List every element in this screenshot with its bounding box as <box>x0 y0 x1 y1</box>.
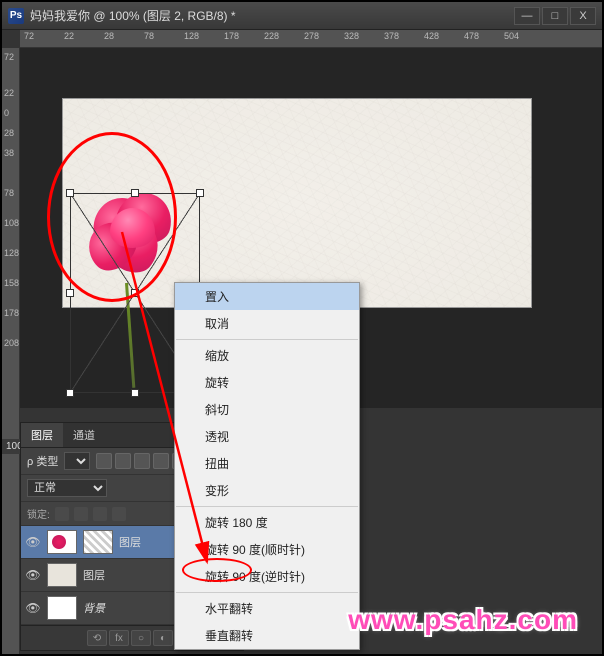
layer-kind-select[interactable] <box>64 452 90 470</box>
layer-thumbnail[interactable] <box>47 596 77 620</box>
menu-item-rotate-90-ccw[interactable]: 旋转 90 度(逆时针) <box>175 563 359 590</box>
menu-item-skew[interactable]: 斜切 <box>175 396 359 423</box>
menu-item-warp[interactable]: 变形 <box>175 477 359 504</box>
lock-position-icon[interactable] <box>93 507 107 521</box>
visibility-icon[interactable]: 👁 <box>25 600 41 616</box>
filter-type-icon[interactable] <box>134 453 150 469</box>
menu-item-scale[interactable]: 缩放 <box>175 342 359 369</box>
menu-separator <box>176 339 358 340</box>
lock-pixels-icon[interactable] <box>74 507 88 521</box>
context-menu: 置入 取消 缩放 旋转 斜切 透视 扭曲 变形 旋转 180 度 旋转 90 度… <box>174 282 360 650</box>
filter-pixel-icon[interactable] <box>96 453 112 469</box>
minimize-button[interactable]: — <box>514 7 540 25</box>
filter-shape-icon[interactable] <box>153 453 169 469</box>
watermark: www.psahz.com <box>348 604 578 636</box>
lock-transparent-icon[interactable] <box>55 507 69 521</box>
maximize-button[interactable]: □ <box>542 7 568 25</box>
titlebar: Ps 妈妈我爱你 @ 100% (图层 2, RGB/8) * — □ X <box>2 2 602 30</box>
menu-item-rotate[interactable]: 旋转 <box>175 369 359 396</box>
window-controls: — □ X <box>514 7 596 25</box>
tab-channels[interactable]: 通道 <box>63 423 105 447</box>
menu-item-cancel[interactable]: 取消 <box>175 310 359 337</box>
transform-handle-bm[interactable] <box>131 389 139 397</box>
transform-handle-tr[interactable] <box>196 189 204 197</box>
adjustment-icon[interactable]: ◐ <box>153 630 173 646</box>
link-layers-icon[interactable]: ⟲ <box>87 630 107 646</box>
app-icon: Ps <box>8 8 24 24</box>
transform-handle-bl[interactable] <box>66 389 74 397</box>
menu-item-rotate-180[interactable]: 旋转 180 度 <box>175 509 359 536</box>
lock-label: 锁定: <box>27 506 50 521</box>
menu-separator <box>176 506 358 507</box>
mask-icon[interactable]: ○ <box>131 630 151 646</box>
menu-item-distort[interactable]: 扭曲 <box>175 450 359 477</box>
layer-thumbnail[interactable] <box>47 530 77 554</box>
menu-item-flip-horizontal[interactable]: 水平翻转 <box>175 595 359 622</box>
visibility-icon[interactable]: 👁 <box>25 567 41 583</box>
blend-mode-select[interactable]: 正常 <box>27 479 107 497</box>
transform-handle-center[interactable] <box>131 289 139 297</box>
document-title: 妈妈我爱你 @ 100% (图层 2, RGB/8) * <box>30 7 514 24</box>
lock-all-icon[interactable] <box>112 507 126 521</box>
menu-item-place[interactable]: 置入 <box>175 283 359 310</box>
filter-adjust-icon[interactable] <box>115 453 131 469</box>
fx-icon[interactable]: fx <box>109 630 129 646</box>
ruler-horizontal: 72 22 28 78 128 178 228 278 328 378 428 … <box>20 30 602 48</box>
transform-handle-tm[interactable] <box>131 189 139 197</box>
menu-item-perspective[interactable]: 透视 <box>175 423 359 450</box>
close-button[interactable]: X <box>570 7 596 25</box>
layer-mask-thumbnail[interactable] <box>83 530 113 554</box>
visibility-icon[interactable]: 👁 <box>25 534 41 550</box>
ruler-vertical: 72 22 0 28 38 78 108 128 158 178 208 <box>2 48 20 654</box>
menu-item-rotate-90-cw[interactable]: 旋转 90 度(顺时针) <box>175 536 359 563</box>
menu-separator <box>176 592 358 593</box>
tab-layers[interactable]: 图层 <box>21 423 63 447</box>
transform-handle-ml[interactable] <box>66 289 74 297</box>
transform-handle-tl[interactable] <box>66 189 74 197</box>
kind-label: ρ 类型 <box>27 453 58 469</box>
menu-item-flip-vertical[interactable]: 垂直翻转 <box>175 622 359 649</box>
layer-thumbnail[interactable] <box>47 563 77 587</box>
